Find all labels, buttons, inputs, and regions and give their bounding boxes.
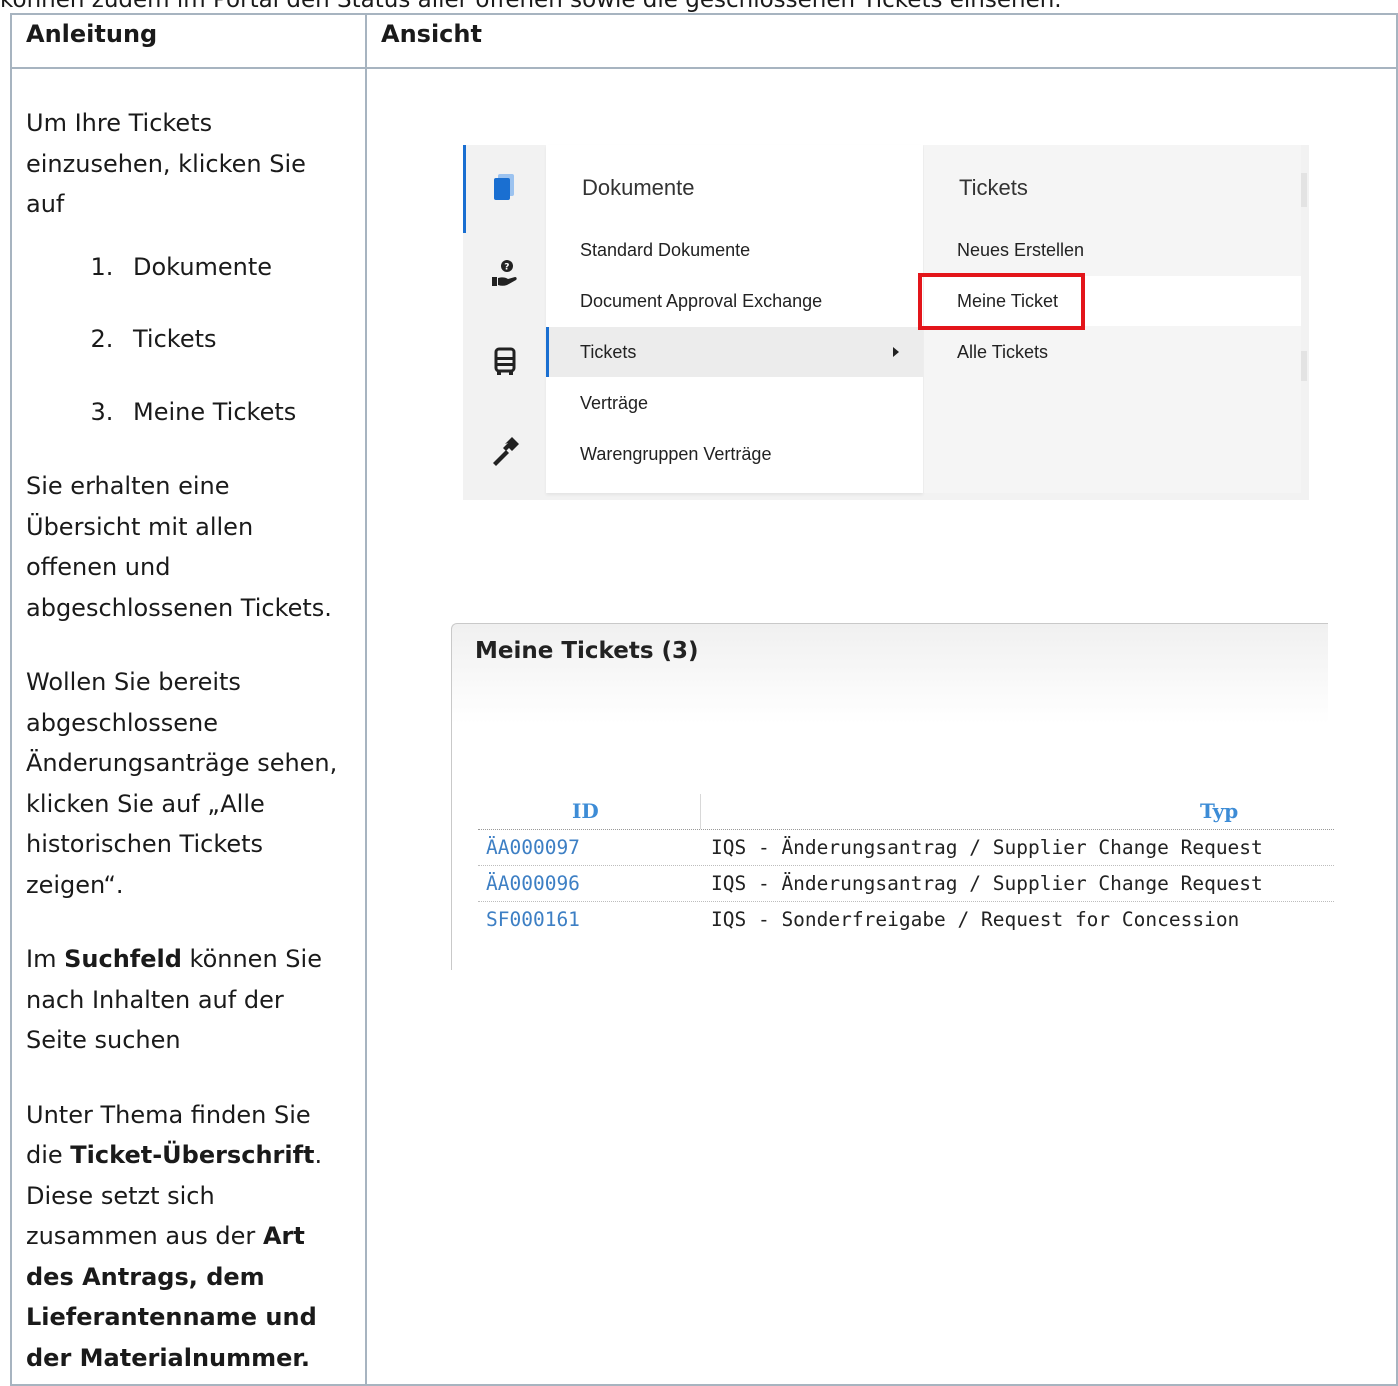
tickets-screenshot: Meine Tickets (3) ID Typ ÄA000097 IQS - … (445, 623, 1334, 970)
menu-item-neues-erstellen[interactable]: Neues Erstellen (924, 225, 1301, 275)
guide-table: Anleitung Ansicht Um Ihre Tickets einzus… (10, 13, 1398, 1386)
view-cell: ? Dokumente Standard Dokumente Document … (365, 67, 1398, 1386)
documents-icon[interactable] (489, 171, 521, 203)
ticket-type: IQS - Sonderfreigabe / Request for Conce… (711, 908, 1240, 931)
menu-item-label: Tickets (580, 342, 637, 362)
menu-header-dokumente: Dokumente (582, 175, 695, 200)
menu-item-alle-tickets[interactable]: Alle Tickets (924, 327, 1301, 377)
step-item: Meine Tickets (121, 392, 351, 433)
instruction-search: Im Suchfeld können Sie nach Inhalten auf… (26, 939, 351, 1061)
rail-active-indicator (463, 145, 466, 233)
table-row: ÄA000097 IQS - Änderungsantrag / Supplie… (478, 830, 1334, 866)
table-header-row: ID Typ (478, 794, 1334, 830)
instructions-cell: Um Ihre Tickets einzusehen, klicken Sie … (10, 67, 367, 1386)
menu-screenshot: ? Dokumente Standard Dokumente Document … (463, 145, 1309, 500)
support-hand-icon[interactable]: ? (489, 257, 521, 289)
text-span: Im (26, 945, 65, 973)
instruction-topic: Unter Thema finden Sie die Ticket-Übersc… (26, 1095, 351, 1379)
menu-column-documents: Dokumente Standard Dokumente Document Ap… (546, 145, 923, 493)
scrollbar (1301, 351, 1307, 381)
chevron-right-icon (893, 347, 899, 357)
truck-icon[interactable] (489, 345, 521, 377)
tickets-title: Meine Tickets (3) (475, 638, 699, 664)
table-row: SF000161 IQS - Sonderfreigabe / Request … (478, 902, 1334, 937)
active-indicator (546, 327, 549, 377)
menu-item-document-approval[interactable]: Document Approval Exchange (546, 276, 923, 326)
instruction-history: Wollen Sie bereits abgeschlossene Änderu… (26, 668, 338, 899)
bold-ticket-heading: Ticket-Überschrift (70, 1141, 315, 1169)
scrollbar (1301, 173, 1307, 207)
menu-item-standard-dokumente[interactable]: Standard Dokumente (546, 225, 923, 275)
intro-text: können zudem im Portal den Status aller … (0, 0, 1062, 13)
menu-item-vertraege[interactable]: Verträge (546, 378, 923, 428)
bold-suchfeld: Suchfeld (64, 945, 182, 973)
column-divider (700, 794, 701, 829)
table-row: ÄA000096 IQS - Änderungsantrag / Supplie… (478, 866, 1334, 902)
instruction-steps: Dokumente Tickets Meine Tickets (26, 247, 351, 433)
menu-item-warengruppen[interactable]: Warengruppen Verträge (546, 429, 923, 479)
ticket-id-link[interactable]: SF000161 (486, 902, 580, 937)
header-ansicht: Ansicht (365, 13, 1398, 69)
ticket-type: IQS - Änderungsantrag / Supplier Change … (711, 872, 1263, 895)
ticket-id-link[interactable]: ÄA000096 (486, 866, 580, 901)
svg-text:?: ? (504, 263, 509, 273)
instruction-intro: Um Ihre Tickets einzusehen, klicken Sie … (26, 109, 306, 218)
ticket-id-link[interactable]: ÄA000097 (486, 830, 580, 865)
tools-icon[interactable] (489, 435, 521, 467)
step-item: Tickets (121, 319, 351, 360)
tickets-panel: Meine Tickets (3) ID Typ ÄA000097 IQS - … (451, 623, 1334, 970)
icon-rail: ? (463, 145, 546, 500)
ticket-type: IQS - Änderungsantrag / Supplier Change … (711, 836, 1263, 859)
header-anleitung: Anleitung (10, 13, 367, 69)
highlight-box (918, 273, 1085, 330)
menu-header-tickets: Tickets (959, 175, 1028, 200)
menu-item-tickets[interactable]: Tickets (546, 327, 923, 377)
instruction-overview: Sie erhalten eine Übersicht mit allen of… (26, 472, 332, 622)
step-item: Dokumente (121, 247, 351, 288)
column-header-id[interactable]: ID (572, 794, 599, 829)
column-header-typ[interactable]: Typ (1200, 794, 1238, 829)
